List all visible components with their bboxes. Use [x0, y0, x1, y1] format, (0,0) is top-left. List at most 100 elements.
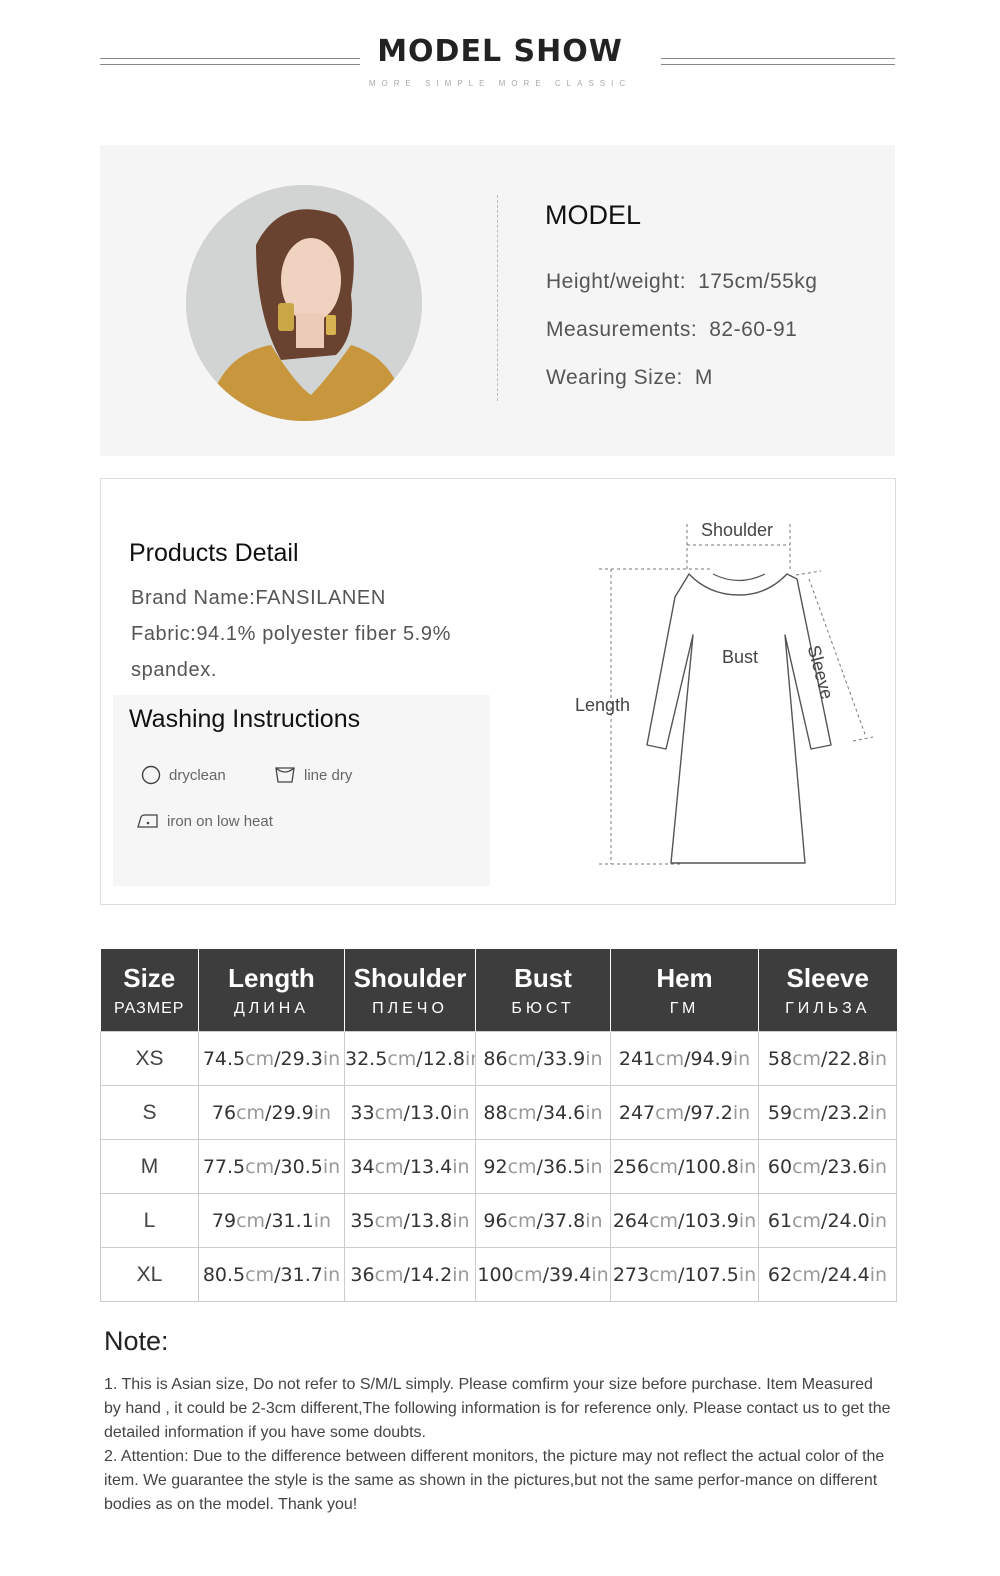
- in-value: /31.1: [265, 1209, 314, 1232]
- model-divider: [497, 195, 498, 401]
- in-unit: in: [585, 1209, 603, 1232]
- cm-unit: cm: [245, 1155, 275, 1178]
- measure-cell: 36cm/14.2in: [344, 1247, 476, 1302]
- col-header-hem: Hem ГМ: [610, 949, 759, 1032]
- cm-value: 86: [483, 1047, 508, 1070]
- cm-value: 273: [612, 1263, 650, 1286]
- measure-cell: 264cm/103.9in: [610, 1193, 759, 1248]
- diagram-label-length: Length: [575, 695, 631, 715]
- in-value: /33.9: [536, 1047, 586, 1070]
- dress-diagram: Shoulder Bust Length Sleeve: [571, 509, 881, 879]
- size-cell: L: [100, 1193, 199, 1248]
- in-unit: in: [313, 1101, 332, 1124]
- table-row: M 77.5cm/30.5in 34cm/13.4in 92cm/36.5in 256c…: [100, 1139, 897, 1194]
- size-cell: S: [100, 1085, 199, 1140]
- cm-unit: cm: [649, 1155, 679, 1178]
- size-cell: XS: [100, 1031, 199, 1086]
- cm-value: 96: [483, 1209, 508, 1232]
- size-table-body: XS74.5cm/29.3in32.5cm/12.8in86cm/33.9in2…: [100, 1031, 897, 1302]
- in-unit: in: [585, 1101, 603, 1124]
- cm-value: 100: [477, 1263, 514, 1286]
- cm-value: 60: [767, 1155, 793, 1178]
- col-header-size: Size РАЗМЕР: [100, 949, 199, 1032]
- measure-cell: 256cm/100.8in: [610, 1139, 759, 1194]
- in-value: /14.2: [403, 1263, 453, 1286]
- measure-cell: 88cm/34.6in: [475, 1085, 611, 1140]
- measure-cell: 35cm/13.8in: [344, 1193, 476, 1248]
- note-paragraph-1: 1. This is Asian size, Do not refer to S…: [104, 1376, 891, 1441]
- brand-name: Brand Name:FANSILANEN: [131, 587, 386, 609]
- in-value: /107.5: [678, 1263, 739, 1286]
- in-value: /24.4: [821, 1263, 870, 1286]
- cm-value: 35: [350, 1209, 375, 1232]
- measure-cell: 34cm/13.4in: [344, 1139, 476, 1194]
- in-unit: in: [313, 1209, 332, 1232]
- measure-cell: 96cm/37.8in: [475, 1193, 611, 1248]
- cm-value: 74.5: [202, 1047, 246, 1070]
- in-unit: in: [322, 1047, 341, 1070]
- table-row: XS74.5cm/29.3in32.5cm/12.8in86cm/33.9in2…: [100, 1031, 897, 1086]
- cm-unit: cm: [792, 1155, 822, 1178]
- in-value: /29.3: [274, 1047, 323, 1070]
- in-unit: in: [738, 1263, 757, 1286]
- in-value: /12.8: [416, 1047, 465, 1070]
- table-row: L 79cm/31.1in 35cm/13.8in 96cm/37.8in 264cm/…: [100, 1193, 897, 1248]
- in-value: /24.0: [821, 1209, 870, 1232]
- wash-item-line-dry: line dry: [274, 765, 352, 785]
- washing-title: Washing Instructions: [129, 705, 361, 733]
- wash-label: line dry: [304, 766, 353, 784]
- in-value: /34.6: [536, 1101, 586, 1124]
- cm-unit: cm: [513, 1263, 543, 1286]
- in-value: /13.4: [403, 1155, 453, 1178]
- in-unit: in: [322, 1155, 341, 1178]
- cm-value: 241: [618, 1047, 656, 1070]
- in-value: /29.9: [265, 1101, 314, 1124]
- measure-cell: 59cm/23.2in: [758, 1085, 897, 1140]
- diagram-label-bust: Bust: [722, 647, 759, 667]
- in-value: /23.6: [821, 1155, 870, 1178]
- in-value: /30.5: [274, 1155, 323, 1178]
- in-unit: in: [452, 1209, 470, 1232]
- cm-value: 80.5: [202, 1263, 246, 1286]
- table-row: S 76cm/29.9in 33cm/13.0in 88cm/34.6in 247cm/…: [100, 1085, 897, 1140]
- in-unit: in: [738, 1155, 757, 1178]
- cm-unit: cm: [245, 1263, 275, 1286]
- in-value: /23.2: [821, 1101, 870, 1124]
- fabric-line-1: Fabric:94.1% polyester fiber 5.9%: [131, 623, 451, 645]
- page-title: MODEL SHOW: [377, 34, 623, 69]
- label: Wearing Size:: [546, 366, 683, 389]
- in-value: /103.9: [678, 1209, 739, 1232]
- measure-cell: 32.5cm/12.8in: [344, 1031, 476, 1086]
- measure-cell: 33cm/13.0in: [344, 1085, 476, 1140]
- fabric-line-2: spandex.: [131, 659, 217, 681]
- in-value: /36.5: [536, 1155, 586, 1178]
- wash-item-iron: iron on low heat: [137, 812, 273, 830]
- in-unit: in: [585, 1047, 603, 1070]
- in-unit: in: [591, 1263, 609, 1286]
- cm-unit: cm: [649, 1263, 679, 1286]
- in-value: /13.0: [403, 1101, 453, 1124]
- in-unit: in: [452, 1263, 470, 1286]
- cm-unit: cm: [792, 1263, 822, 1286]
- cm-unit: cm: [792, 1209, 822, 1232]
- in-unit: in: [869, 1155, 888, 1178]
- measure-cell: 273cm/107.5in: [610, 1247, 759, 1302]
- col-header-shoulder: Shoulder ПЛЕЧО: [344, 949, 476, 1032]
- in-unit: in: [452, 1101, 470, 1124]
- col-header-length: Length ДЛИНА: [198, 949, 345, 1032]
- model-avatar: [186, 185, 422, 421]
- cm-unit: cm: [236, 1209, 266, 1232]
- measure-cell: 76cm/29.9in: [198, 1085, 345, 1140]
- cm-unit: cm: [374, 1263, 404, 1286]
- cm-unit: cm: [792, 1101, 822, 1124]
- wash-label: dryclean: [169, 766, 226, 784]
- in-unit: in: [732, 1101, 751, 1124]
- in-value: /22.8: [821, 1047, 870, 1070]
- cm-value: 264: [612, 1209, 650, 1232]
- in-value: /100.8: [678, 1155, 739, 1178]
- measure-cell: 80.5cm/31.7in: [198, 1247, 345, 1302]
- measure-cell: 247cm/97.2in: [610, 1085, 759, 1140]
- in-value: /13.8: [403, 1209, 453, 1232]
- page-subtitle: MORE SIMPLE MORE CLASSIC: [368, 79, 632, 88]
- cm-unit: cm: [655, 1047, 685, 1070]
